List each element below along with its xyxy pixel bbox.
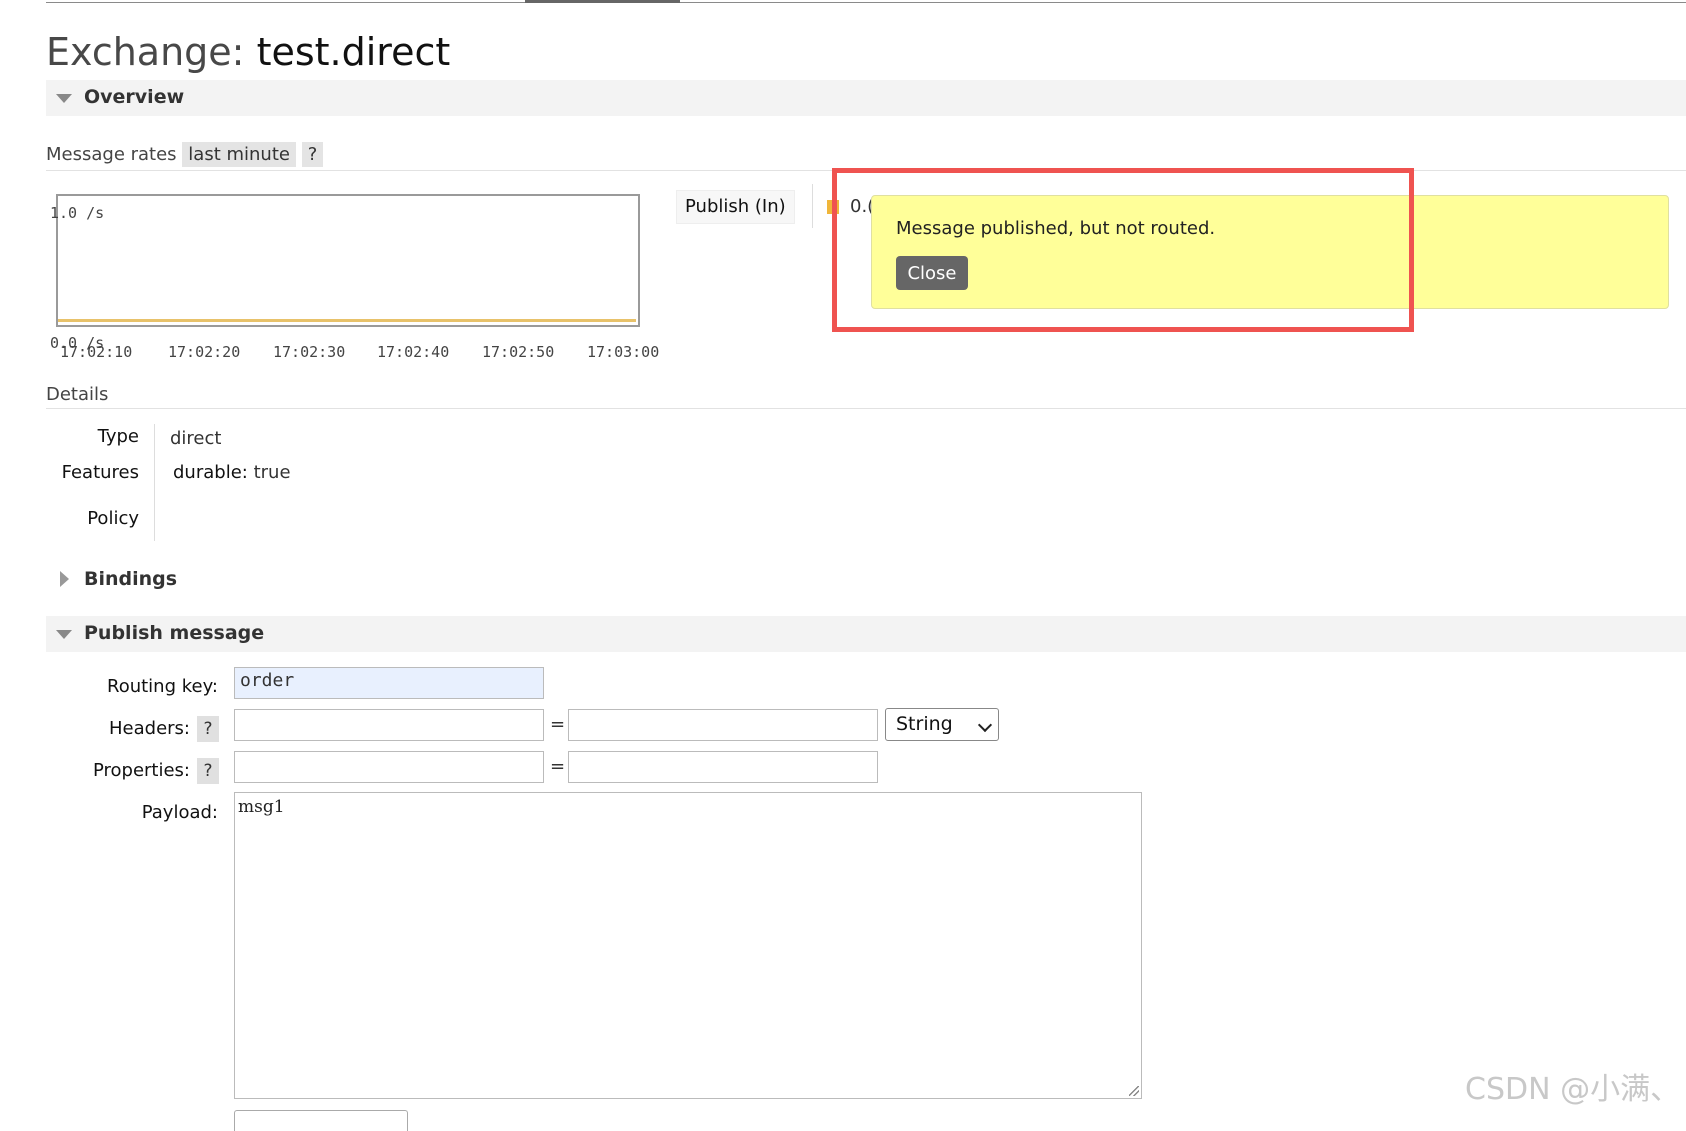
chart-series-publish-in xyxy=(58,319,636,322)
type-value: direct xyxy=(170,428,222,449)
watermark: CSDN @小满、 xyxy=(1465,1072,1681,1107)
resize-grip-icon[interactable] xyxy=(1129,1086,1139,1096)
chart-x-tick-5: 17:03:00 xyxy=(587,343,660,361)
header-equals: = xyxy=(550,714,566,735)
page-title: Exchange: test.direct xyxy=(46,30,450,74)
features-value: durable: true xyxy=(173,462,291,483)
property-equals: = xyxy=(550,756,566,777)
overview-section-header[interactable]: Overview xyxy=(46,80,1686,116)
expand-triangle-icon[interactable] xyxy=(60,571,69,587)
top-divider xyxy=(46,2,1686,3)
publish-message-button[interactable] xyxy=(234,1110,408,1131)
rates-help-button[interactable]: ? xyxy=(301,142,324,167)
legend-color-swatch xyxy=(827,200,839,214)
message-rates-divider xyxy=(46,170,1686,171)
features-label: Features xyxy=(61,462,139,483)
properties-label: Properties: xyxy=(92,760,190,781)
policy-label: Policy xyxy=(87,508,139,529)
collapse-triangle-icon xyxy=(56,94,72,103)
property-key-input[interactable] xyxy=(234,751,544,783)
payload-label: Payload: xyxy=(141,802,218,823)
popup-message: Message published, but not routed. xyxy=(896,218,1216,239)
chart-x-tick-2: 17:02:30 xyxy=(273,343,346,361)
collapse-triangle-icon xyxy=(56,630,72,639)
durable-value: true xyxy=(253,462,291,483)
properties-help-button[interactable]: ? xyxy=(197,758,219,784)
popup-close-button[interactable]: Close xyxy=(896,256,968,290)
type-label: Type xyxy=(97,426,139,447)
exchange-name: test.direct xyxy=(256,30,451,74)
rate-period-selector[interactable]: last minute xyxy=(182,142,296,167)
details-label: Details xyxy=(46,384,109,405)
headers-label: Headers: xyxy=(109,718,190,739)
details-divider xyxy=(46,408,1686,409)
active-tab-indicator xyxy=(525,0,680,3)
bindings-section-header[interactable]: Bindings xyxy=(84,568,177,590)
header-type-value: String xyxy=(896,713,953,735)
chevron-down-icon xyxy=(977,717,993,733)
durable-key: durable: xyxy=(173,462,248,483)
chart-x-tick-0: 17:02:10 xyxy=(60,343,133,361)
publish-section-header[interactable]: Publish message xyxy=(46,616,1686,652)
details-column-divider xyxy=(154,424,155,541)
publish-label: Publish message xyxy=(84,622,265,644)
routing-key-label: Routing key: xyxy=(107,676,218,697)
chart-x-tick-3: 17:02:40 xyxy=(377,343,450,361)
overview-label: Overview xyxy=(84,86,185,108)
routing-key-input[interactable]: order xyxy=(234,667,544,699)
message-rates-label: Message rates xyxy=(46,144,177,165)
page-title-prefix: Exchange: xyxy=(46,30,245,74)
payload-text: msg1 xyxy=(238,797,285,817)
legend-divider xyxy=(812,184,813,228)
property-value-input[interactable] xyxy=(568,751,878,783)
chart-x-tick-4: 17:02:50 xyxy=(482,343,555,361)
message-rates-chart xyxy=(56,194,640,327)
header-key-input[interactable] xyxy=(234,709,544,741)
chart-x-tick-1: 17:02:20 xyxy=(168,343,241,361)
message-rates-header: Message rates last minute ? xyxy=(46,142,324,167)
legend-publish-in: Publish (In) xyxy=(676,190,795,224)
header-type-select[interactable]: String xyxy=(885,708,999,741)
headers-help-button[interactable]: ? xyxy=(197,716,219,742)
payload-textarea[interactable]: msg1 xyxy=(234,792,1142,1099)
header-value-input[interactable] xyxy=(568,709,878,741)
publish-result-popup: Message published, but not routed. Close xyxy=(871,195,1669,309)
chart-y-top-label: 1.0 /s xyxy=(50,204,105,222)
